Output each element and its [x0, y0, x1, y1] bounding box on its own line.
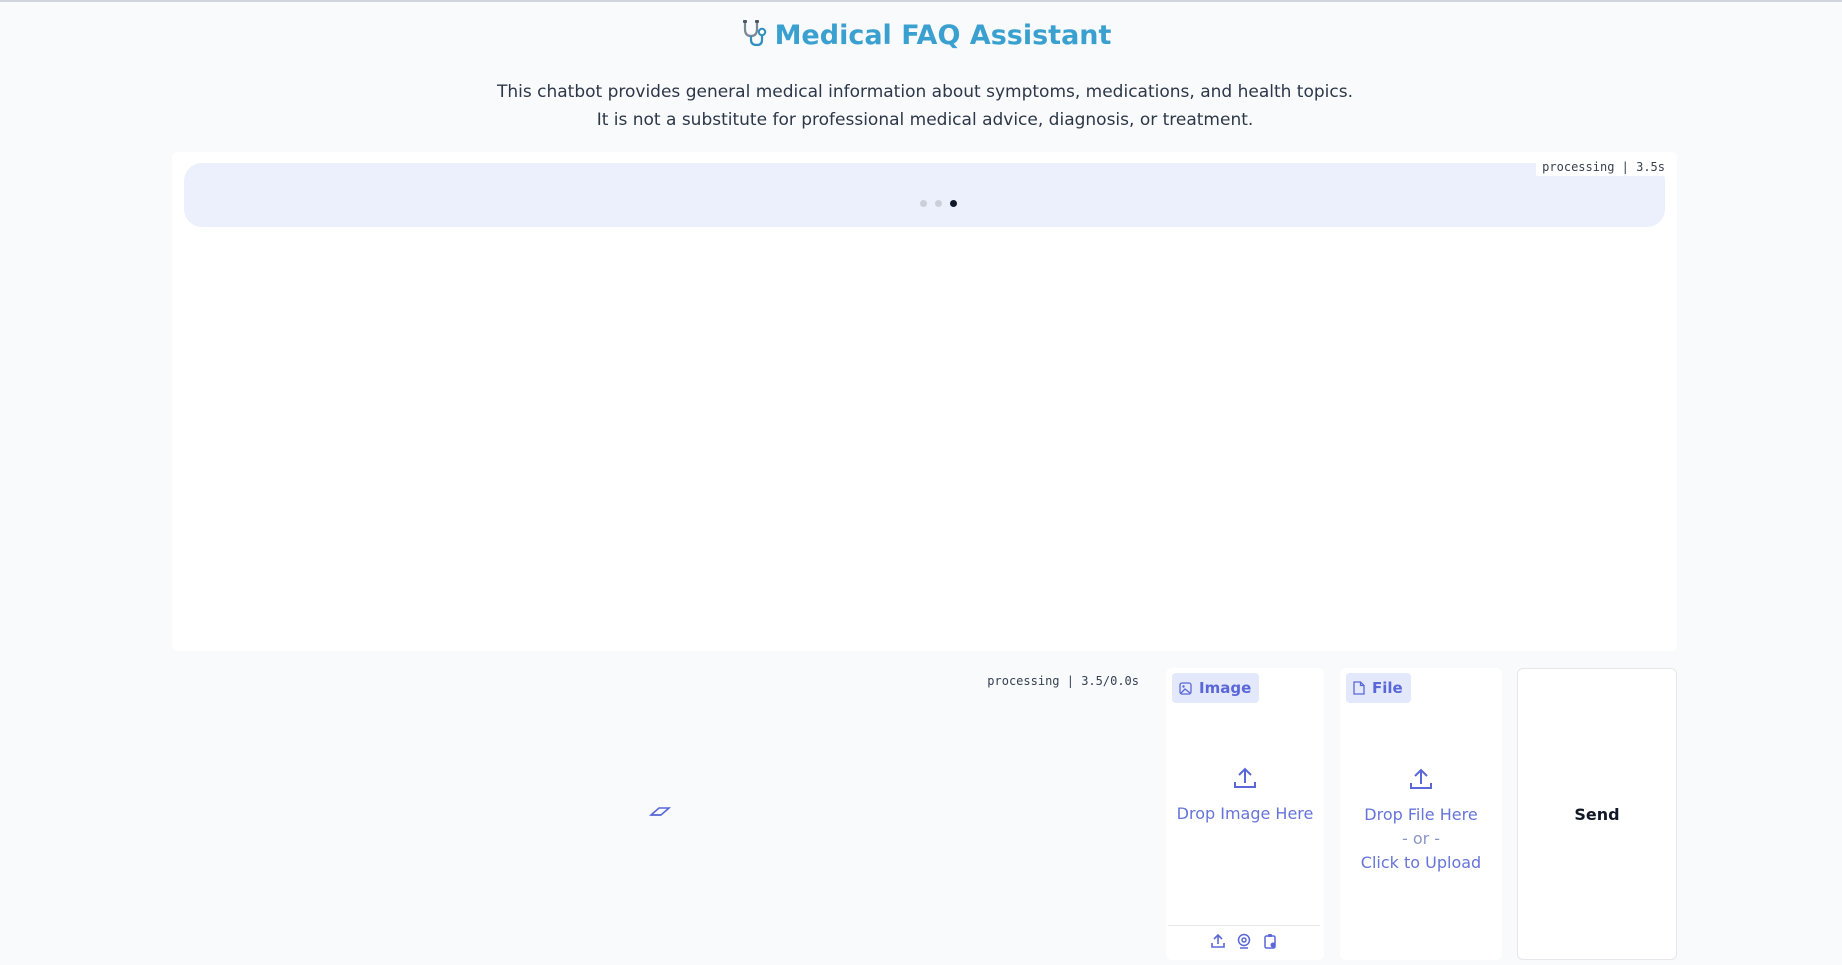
- image-label: Image: [1199, 679, 1252, 697]
- description-line-2: It is not a substitute for professional …: [596, 110, 1254, 130]
- webcam-icon[interactable]: [1236, 933, 1252, 953]
- chat-window[interactable]: processing | 3.5s: [172, 152, 1677, 651]
- loading-dot: [950, 200, 957, 207]
- file-click-text: Click to Upload: [1360, 853, 1482, 872]
- image-drop-text: Drop Image Here: [1176, 804, 1314, 823]
- file-drop-text: Drop File Here: [1364, 805, 1478, 824]
- clipboard-icon[interactable]: [1262, 933, 1278, 953]
- image-upload-panel[interactable]: Image Drop Image Here: [1166, 668, 1324, 960]
- file-icon: [1353, 681, 1365, 695]
- eraser-icon: [648, 804, 672, 823]
- file-or-text: - or -: [1401, 829, 1441, 848]
- file-label: File: [1372, 679, 1403, 697]
- description-line-1: This chatbot provides general medical in…: [496, 82, 1353, 102]
- pending-message-bubble: [184, 163, 1665, 227]
- loading-dot: [920, 200, 927, 207]
- stethoscope-icon: [739, 18, 769, 55]
- upload-icon: [1340, 766, 1502, 799]
- message-input[interactable]: processing | 3.5/0.0s: [172, 668, 1157, 965]
- chat-status-label: processing | 3.5s: [1536, 158, 1671, 176]
- image-source-toolbar: [1168, 925, 1320, 960]
- loading-dot: [935, 200, 942, 207]
- loading-dots: [920, 192, 965, 211]
- file-drop-zone[interactable]: Drop File Here - or - Click to Upload: [1340, 766, 1502, 875]
- input-status-label: processing | 3.5/0.0s: [987, 674, 1139, 688]
- page-description: This chatbot provides general medical in…: [0, 78, 1842, 134]
- top-border: [0, 0, 1842, 2]
- upload-icon: [1166, 765, 1324, 798]
- send-button[interactable]: Send: [1517, 668, 1677, 960]
- upload-icon[interactable]: [1210, 933, 1226, 953]
- page-title-text: Medical FAQ Assistant: [774, 20, 1112, 51]
- image-label-badge: Image: [1172, 673, 1260, 703]
- file-label-badge: File: [1346, 673, 1411, 703]
- image-icon: [1179, 681, 1192, 695]
- file-upload-panel[interactable]: File Drop File Here - or - Click to Uplo…: [1340, 668, 1502, 960]
- image-drop-zone[interactable]: Drop Image Here: [1166, 765, 1324, 826]
- send-button-label: Send: [1574, 805, 1620, 824]
- page-title: Medical FAQ Assistant: [0, 18, 1842, 55]
